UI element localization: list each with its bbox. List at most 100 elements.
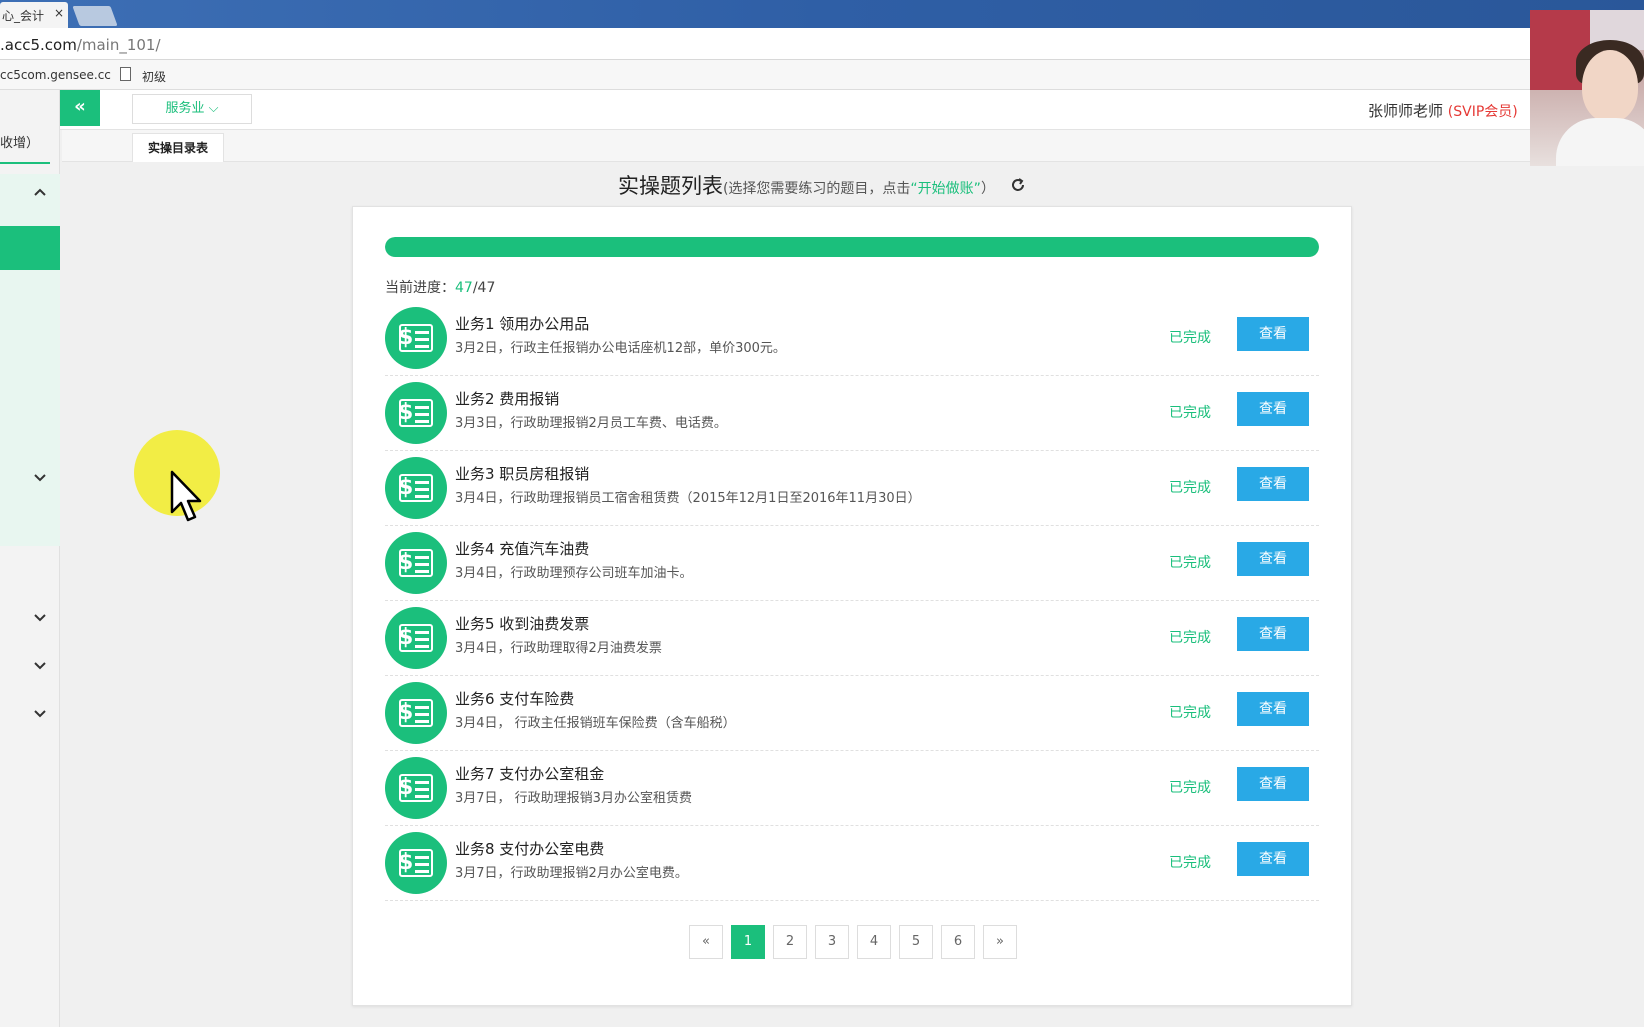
page-title: 实操题列表(选择您需要练习的题目，点击“开始做账”） [0, 170, 1644, 200]
progress-label: 当前进度： [385, 280, 455, 296]
task-description: 3月4日，行政助理取得2月油费发票 [455, 641, 662, 656]
pagination-page-button[interactable]: 6 [941, 925, 975, 959]
refresh-icon[interactable] [1010, 177, 1026, 197]
invoice-line [415, 856, 429, 859]
pagination-page-button[interactable]: 2 [773, 925, 807, 959]
user-name: 张师师老师 [1368, 102, 1444, 120]
browser-tabbar: 心_会计 × [0, 0, 1644, 28]
presenter-body [1556, 118, 1644, 166]
invoice-icon: $ [385, 682, 447, 744]
dollar-sign: $ [398, 325, 414, 350]
address-bar[interactable]: .acc5.com/main_101/ [0, 28, 1530, 60]
sidebar-item-active[interactable] [0, 226, 60, 270]
dollar-sign: $ [398, 475, 414, 500]
invoice-line [415, 870, 429, 873]
task-title: 业务4 充值汽车油费 [455, 540, 590, 558]
task-status: 已完成 [1169, 480, 1211, 496]
invoice-icon: $ [385, 307, 447, 369]
task-status: 已完成 [1169, 330, 1211, 346]
tab-practice-catalog[interactable]: 实操目录表 [132, 133, 224, 162]
bookmark-gensee[interactable]: cc5com.gensee.cc [0, 68, 111, 82]
view-button[interactable]: 查看 [1237, 767, 1309, 801]
pagination-prev-button[interactable]: « [689, 925, 723, 959]
invoice-line [415, 713, 429, 716]
collapse-sidebar-button[interactable]: « [60, 90, 100, 126]
page-hint-prefix: (选择您需要练习的题目，点击 [722, 181, 911, 197]
page-tabstrip: 实操目录表 [62, 130, 1530, 162]
invoice-icon: $ [385, 457, 447, 519]
task-status: 已完成 [1169, 855, 1211, 871]
invoice-line [415, 638, 429, 641]
view-button[interactable]: 查看 [1237, 842, 1309, 876]
pagination: «1 2 3 4 5 6» [353, 925, 1353, 959]
invoice-line [415, 413, 429, 416]
close-icon[interactable]: × [54, 6, 64, 20]
mouse-cursor-icon [170, 470, 204, 528]
url-path: /main_101/ [76, 36, 161, 54]
chevron-down-icon[interactable] [32, 706, 48, 722]
invoice-line [415, 720, 429, 723]
dollar-sign: $ [398, 850, 414, 875]
view-button[interactable]: 查看 [1237, 317, 1309, 351]
sidebar: 收增） [0, 90, 60, 1027]
task-title: 业务2 费用报销 [455, 390, 560, 408]
task-row: $ 业务1 领用办公用品 3月2日，行政主任报销办公电话座机12部，单价300元。 已… [385, 301, 1319, 376]
invoice-line [415, 488, 429, 491]
view-button[interactable]: 查看 [1237, 692, 1309, 726]
dollar-sign: $ [398, 550, 414, 575]
task-row: $ 业务4 充值汽车油费 3月4日，行政助理预存公司班车加油卡。 已完成 查看 [385, 526, 1319, 601]
chevron-down-icon: ⌵ [208, 101, 219, 116]
page-title-text: 实操题列表 [617, 174, 723, 198]
app-header: « 服务业 ⌵ 张师师老师 (SVIP会员) [0, 90, 1530, 130]
invoice-line [415, 863, 429, 866]
task-list: $ 业务1 领用办公用品 3月2日，行政主任报销办公电话座机12部，单价300元。已… [385, 301, 1319, 901]
task-title: 业务5 收到油费发票 [455, 615, 590, 633]
pagination-next-button[interactable]: » [983, 925, 1017, 959]
task-row: $ 业务8 支付办公室电费 3月7日，行政助理报销2月办公室电费。 已完成 查看 [385, 826, 1319, 901]
task-title: 业务8 支付办公室电费 [455, 840, 605, 858]
task-row: $ 业务2 费用报销 3月3日，行政助理报销2月员工车费、电话费。 已完成 查看 [385, 376, 1319, 451]
task-row: $ 业务5 收到油费发票 3月4日，行政助理取得2月油费发票 已完成 查看 [385, 601, 1319, 676]
invoice-icon: $ [385, 757, 447, 819]
invoice-line [415, 645, 429, 648]
invoice-line [415, 706, 429, 709]
pagination-page-button[interactable]: 5 [899, 925, 933, 959]
pagination-page-button[interactable]: 4 [857, 925, 891, 959]
new-tab-button[interactable] [72, 6, 118, 26]
task-status: 已完成 [1169, 405, 1211, 421]
task-card: 当前进度：47/47 $ 业务1 领用办公用品 3月2日，行政主任报销办公电话座机1… [352, 206, 1352, 1006]
invoice-line [415, 556, 429, 559]
invoice-line [415, 570, 429, 573]
sidebar-label[interactable]: 收增） [0, 132, 39, 151]
view-button[interactable]: 查看 [1237, 542, 1309, 576]
chevron-down-icon[interactable] [32, 610, 48, 626]
task-description: 3月3日，行政助理报销2月员工车费、电话费。 [455, 416, 727, 431]
invoice-icon: $ [385, 607, 447, 669]
invoice-line [415, 788, 429, 791]
invoice-icon: $ [385, 382, 447, 444]
bookmark-chuji[interactable]: 初级 [142, 68, 166, 85]
view-button[interactable]: 查看 [1237, 392, 1309, 426]
dollar-sign: $ [398, 775, 414, 800]
task-description: 3月7日，行政助理报销2月办公室电费。 [455, 866, 688, 881]
progress-current: 47 [455, 280, 473, 296]
browser-tab[interactable]: 心_会计 × [0, 2, 68, 28]
industry-select[interactable]: 服务业 ⌵ [132, 94, 252, 124]
industry-select-value: 服务业 [165, 101, 205, 116]
task-description: 3月4日， 行政主任报销班车保险费（含车船税） [455, 716, 736, 731]
bookmarks-bar: cc5com.gensee.cc 初级 [0, 60, 1530, 90]
presenter-face [1582, 50, 1638, 122]
view-button[interactable]: 查看 [1237, 617, 1309, 651]
progress-fill [385, 237, 1319, 257]
pagination-page-button[interactable]: 1 [731, 925, 765, 959]
chevron-down-icon[interactable] [32, 658, 48, 674]
invoice-line [415, 420, 429, 423]
progress-text: 当前进度：47/47 [385, 277, 495, 297]
page-hint-highlight: “开始做账” [910, 181, 981, 197]
pagination-page-button[interactable]: 3 [815, 925, 849, 959]
task-status: 已完成 [1169, 630, 1211, 646]
view-button[interactable]: 查看 [1237, 467, 1309, 501]
chevron-down-icon[interactable] [32, 470, 48, 486]
invoice-line [415, 406, 429, 409]
user-info[interactable]: 张师师老师 (SVIP会员) [1368, 100, 1518, 121]
